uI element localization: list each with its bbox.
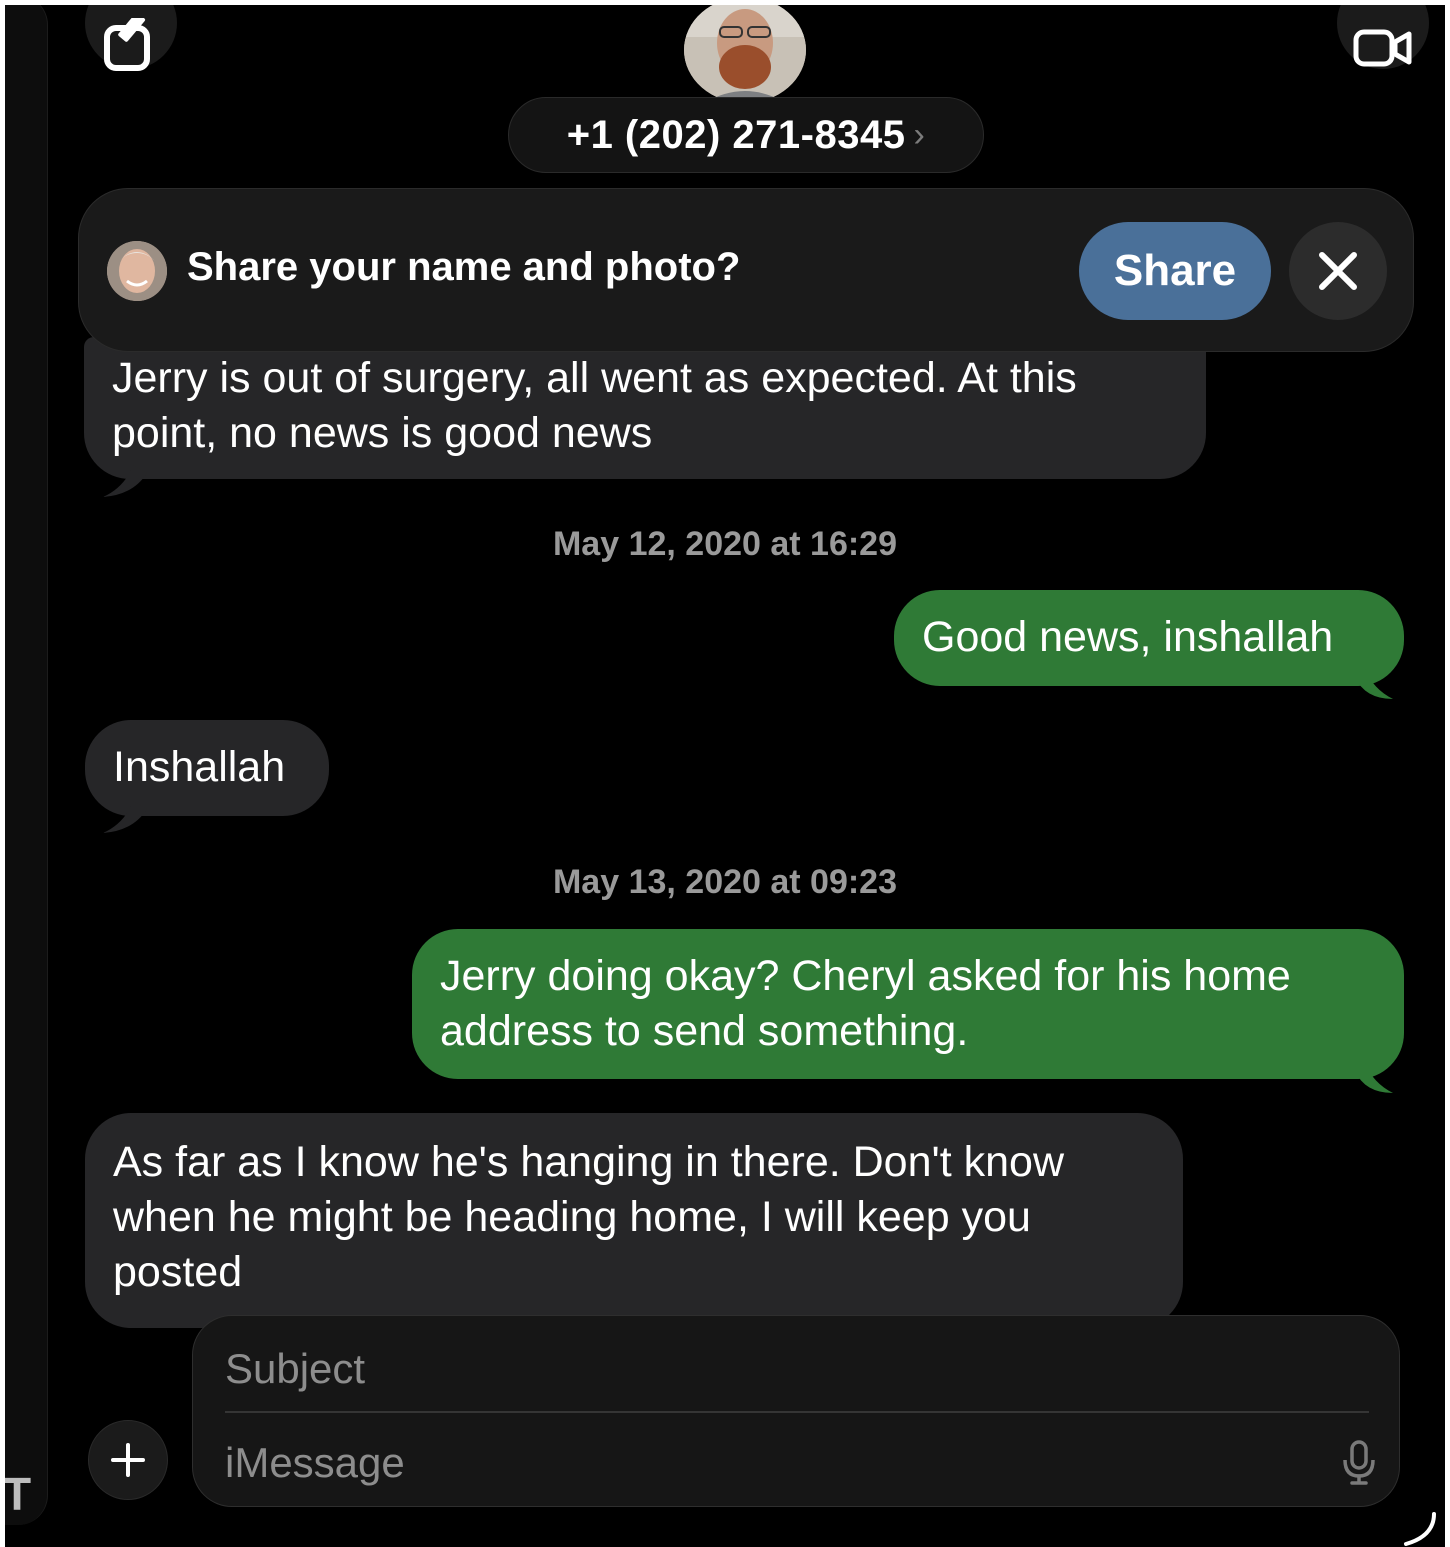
outgoing-message[interactable]: Jerry doing okay? Cheryl asked for his h…	[412, 929, 1404, 1079]
plus-icon	[111, 1443, 145, 1477]
outgoing-message[interactable]: Good news, inshallah	[894, 590, 1404, 686]
contact-photo	[684, 5, 806, 103]
chevron-right-icon: ›	[913, 115, 926, 154]
message-text: Inshallah	[113, 743, 286, 791]
composer-divider	[225, 1411, 1369, 1413]
message-text: Good news, inshallah	[922, 613, 1334, 661]
video-call-button[interactable]	[1337, 5, 1429, 69]
compose-icon	[104, 18, 150, 71]
timestamp: May 13, 2020 at 09:23	[552, 863, 898, 901]
add-attachment-button[interactable]	[88, 1420, 168, 1500]
message-text: Jerry is out of surgery, all went as exp…	[112, 354, 1077, 457]
subject-input[interactable]: Subject	[225, 1334, 1365, 1404]
bubble-tail	[1355, 669, 1393, 699]
contact-name-pill[interactable]: +1 (202) 271-8345 ›	[508, 97, 984, 173]
bubble-tail	[103, 801, 147, 833]
incoming-message[interactable]: As far as I know he's hanging in there. …	[85, 1113, 1183, 1328]
message-composer: Subject iMessage	[192, 1315, 1400, 1507]
message-text: As far as I know he's hanging in there. …	[113, 1138, 1064, 1296]
sidebar-edge	[5, 5, 48, 1525]
timestamp: May 12, 2020 at 16:29	[552, 525, 898, 563]
message-input[interactable]: iMessage	[225, 1430, 1305, 1496]
bubble-tail	[103, 465, 147, 497]
share-button[interactable]: Share	[1079, 222, 1271, 320]
share-name-photo-banner: Share your name and photo? Share	[78, 188, 1414, 352]
dismiss-button[interactable]	[1289, 222, 1387, 320]
message-text: Jerry doing okay? Cheryl asked for his h…	[440, 952, 1291, 1055]
video-camera-icon	[1353, 29, 1412, 67]
bubble-tail	[1355, 1063, 1393, 1093]
my-photo	[107, 241, 167, 301]
contact-avatar[interactable]	[684, 5, 806, 103]
sidebar-edge-glyph: T	[5, 1468, 32, 1520]
my-avatar	[107, 241, 167, 301]
incoming-message[interactable]: Jerry is out of surgery, all went as exp…	[84, 337, 1206, 479]
messages-screen: T +1 (202) 271-8345 › Jerry is out of su…	[5, 5, 1445, 1547]
microphone-icon[interactable]	[1339, 1438, 1379, 1486]
resize-corner-icon[interactable]	[1400, 1510, 1440, 1547]
compose-button[interactable]	[85, 5, 177, 71]
close-icon	[1319, 252, 1357, 290]
share-prompt-text: Share your name and photo?	[187, 245, 741, 289]
contact-number: +1 (202) 271-8345	[566, 112, 906, 157]
